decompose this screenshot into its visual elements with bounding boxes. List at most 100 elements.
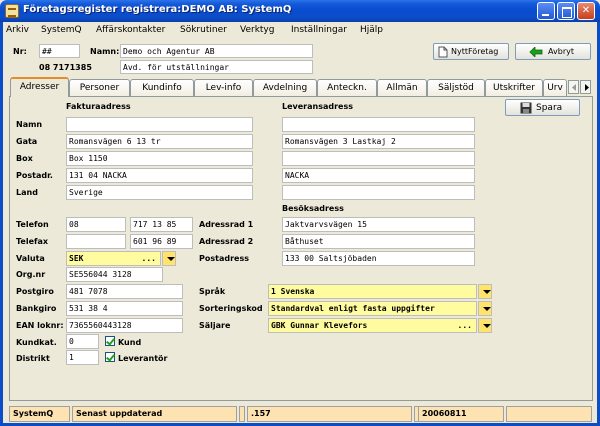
postgiro-label: Postgiro: [16, 287, 54, 296]
chevron-left-icon: [572, 84, 576, 91]
valuta-select[interactable]: SEK ...: [66, 251, 161, 266]
menu-affarskontakter[interactable]: Affärskontakter: [96, 25, 165, 35]
bankgiro-field[interactable]: 531 38 4: [66, 301, 183, 316]
window-border-left: [0, 22, 3, 426]
tab-lev-info[interactable]: Lev-info: [194, 79, 253, 96]
sortering-label: Sorteringskod: [199, 304, 263, 313]
status-user: .157: [247, 406, 412, 422]
new-company-button[interactable]: NyttFöretag: [433, 43, 509, 60]
saljare-dropdown-button[interactable]: [478, 318, 492, 333]
gata-label: Gata: [16, 137, 38, 146]
chevron-right-icon: [585, 84, 589, 91]
land-label: Land: [16, 188, 38, 197]
valuta-dropdown-button[interactable]: [162, 251, 176, 266]
postadress-label: Postadress: [199, 254, 249, 263]
minimize-icon: [538, 3, 554, 19]
saljare-more-icon: ...: [457, 321, 472, 330]
sorteringskod-select[interactable]: Standardval enligt fasta uppgifter: [268, 301, 477, 316]
tab-allman[interactable]: Allmän: [377, 79, 427, 96]
tab-personer[interactable]: Personer: [69, 79, 130, 96]
tab-anteckn[interactable]: Anteckn.: [317, 79, 377, 96]
adressrad2-label: Adressrad 2: [199, 237, 254, 246]
postgiro-field[interactable]: 481 7078: [66, 284, 183, 299]
telefon-number-field[interactable]: 717 13 85: [130, 217, 193, 232]
faktura-box-field[interactable]: Box 1150: [66, 151, 253, 166]
menu-sokrutiner[interactable]: Sökrutiner: [180, 25, 227, 35]
telefon-label: Telefon: [16, 220, 49, 229]
status-app: SystemQ: [9, 406, 70, 422]
cancel-button[interactable]: Avbryt: [515, 43, 591, 60]
leveransadress-heading: Leveransadress: [282, 102, 353, 111]
tab-adresser[interactable]: Adresser: [10, 77, 69, 97]
save-label: Spara: [536, 103, 563, 113]
leverantor-checkbox-label: Leverantör: [118, 354, 168, 363]
leverans-postadr-field[interactable]: NACKA: [282, 168, 475, 183]
faktura-land-field[interactable]: Sverige: [66, 185, 253, 200]
tab-kundinfo[interactable]: Kundinfo: [130, 79, 194, 96]
faktura-postadr-field[interactable]: 131 04 NACKA: [66, 168, 253, 183]
tab-saljstod[interactable]: Säljstöd: [427, 79, 485, 96]
window-title: Företagsregister registrera:DEMO AB: Sys…: [23, 4, 292, 15]
telefon-area-field[interactable]: 08: [66, 217, 126, 232]
leverans-namn-field[interactable]: [282, 117, 475, 132]
status-date: 20060811: [418, 406, 504, 422]
valuta-value: SEK: [69, 254, 84, 263]
fakturaadress-heading: Fakturaadress: [66, 102, 131, 111]
leverans-land-field[interactable]: [282, 185, 475, 200]
maximize-icon: [558, 3, 574, 19]
distrikt-label: Distrikt: [16, 354, 50, 363]
tab-avdelning[interactable]: Avdelning: [253, 79, 317, 96]
kundkat-field[interactable]: 0: [66, 334, 99, 349]
besok-adressrad2-field[interactable]: Båthuset: [282, 234, 475, 249]
briefcase-icon: [5, 4, 19, 18]
back-arrow-icon: [529, 47, 543, 57]
phone-display: 08 7171385: [39, 63, 92, 72]
menu-systemq[interactable]: SystemQ: [41, 25, 82, 35]
tab-utskrifter[interactable]: Utskrifter: [485, 79, 543, 96]
distrikt-field[interactable]: 1: [66, 350, 99, 365]
leverans-box-field[interactable]: [282, 151, 475, 166]
kund-checkbox[interactable]: [105, 336, 115, 346]
tab-urv[interactable]: Urv: [543, 79, 567, 96]
menu-arkiv[interactable]: Arkiv: [6, 25, 29, 35]
bankgiro-label: Bankgiro: [16, 304, 57, 313]
sorteringskod-dropdown-button[interactable]: [478, 301, 492, 316]
orgnr-field[interactable]: SE556044 3128: [66, 267, 163, 282]
namn-label: Namn:: [90, 47, 120, 56]
nr-field[interactable]: ##: [39, 44, 80, 58]
new-document-icon: [438, 46, 448, 58]
besok-postadress-field[interactable]: 133 00 Saltsjöbaden: [282, 251, 475, 266]
close-icon: ✕: [581, 5, 591, 16]
valuta-label: Valuta: [16, 254, 45, 263]
sprak-select[interactable]: 1 Svenska: [268, 284, 477, 299]
leverans-gata-field[interactable]: Romansvägen 3 Lastkaj 2: [282, 134, 475, 149]
leverantor-checkbox[interactable]: [105, 352, 115, 362]
tab-scroll-right-button[interactable]: [580, 80, 591, 94]
telefax-number-field[interactable]: 601 96 89: [130, 234, 193, 249]
maximize-button[interactable]: [557, 2, 575, 20]
saljare-select[interactable]: GBK Gunnar Klevefors ...: [268, 318, 477, 333]
status-extra: [506, 406, 592, 422]
faktura-gata-field[interactable]: Romansvägen 6 13 tr: [66, 134, 253, 149]
menu-verktyg[interactable]: Verktyg: [240, 25, 274, 35]
close-button[interactable]: ✕: [577, 2, 595, 20]
nr-label: Nr:: [13, 47, 27, 56]
menu-installningar[interactable]: Inställningar: [291, 25, 347, 35]
ean-label: EAN loknr:: [16, 321, 64, 330]
name-field[interactable]: Demo och Agentur AB: [120, 44, 313, 58]
save-button[interactable]: Spara: [505, 99, 580, 116]
faktura-namn-field[interactable]: [66, 117, 253, 132]
cancel-label: Avbryt: [548, 47, 574, 56]
ean-field[interactable]: 7365560443128: [66, 318, 183, 333]
orgnr-label: Org.nr: [16, 270, 46, 279]
besok-adressrad1-field[interactable]: Jaktvarvsvägen 15: [282, 217, 475, 232]
telefax-label: Telefax: [16, 237, 49, 246]
name2-field[interactable]: Avd. för utställningar: [120, 60, 313, 74]
minimize-button[interactable]: [537, 2, 555, 20]
sprak-dropdown-button[interactable]: [478, 284, 492, 299]
telefax-area-field[interactable]: [66, 234, 126, 249]
floppy-disk-icon: [520, 102, 532, 114]
title-bar[interactable]: Företagsregister registrera:DEMO AB: Sys…: [0, 0, 600, 22]
tab-scroll-left-button[interactable]: [568, 80, 579, 94]
menu-hjalp[interactable]: Hjälp: [360, 25, 383, 35]
